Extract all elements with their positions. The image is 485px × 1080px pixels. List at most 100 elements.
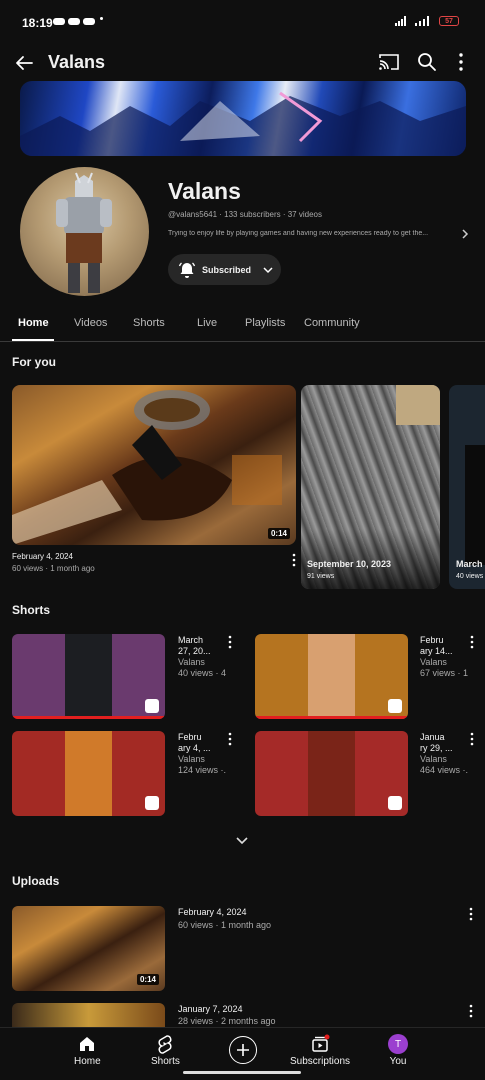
more-options-icon[interactable] <box>450 51 472 73</box>
video-meta: 60 views · 1 month ago <box>12 564 95 573</box>
cast-icon[interactable] <box>378 52 400 72</box>
tab-playlists[interactable]: Playlists <box>245 317 285 329</box>
signal-icon <box>395 16 406 26</box>
section-title-uploads: Uploads <box>12 874 60 888</box>
channel-tabs: Home Videos Shorts Live Playlists Commun… <box>0 306 485 342</box>
short-image <box>308 634 355 719</box>
knight-avatar-image <box>56 172 112 293</box>
nav-you[interactable]: T You <box>388 1034 408 1067</box>
channel-banner <box>20 81 466 156</box>
video-title[interactable]: January 7, 2024 <box>178 1004 243 1014</box>
tab-shorts[interactable]: Shorts <box>133 317 165 329</box>
signal-icon <box>415 16 429 26</box>
short-channel: Valans <box>178 754 205 764</box>
section-title-shorts: Shorts <box>12 603 51 617</box>
short-title: March <box>178 635 204 645</box>
nav-home-label: Home <box>74 1056 101 1067</box>
expand-chevron-down-icon[interactable] <box>234 835 250 847</box>
more-options-icon[interactable] <box>467 732 477 746</box>
tab-live[interactable]: Live <box>197 317 217 329</box>
status-time: 18:19 <box>22 16 53 30</box>
tab-videos[interactable]: Videos <box>74 317 107 329</box>
short-thumbnail[interactable] <box>12 634 165 719</box>
video-title[interactable]: March 2 <box>456 559 485 569</box>
status-bar: 18:19 57 <box>0 0 485 44</box>
short-title: Febru <box>178 732 202 742</box>
battery-icon: 57 <box>439 16 459 26</box>
more-options-icon[interactable] <box>466 1004 476 1018</box>
video-thumbnail[interactable] <box>12 1003 165 1027</box>
short-views: 40 views · 4... <box>178 668 226 678</box>
short-channel: Valans <box>420 657 447 667</box>
video-title[interactable]: September 10, 2023 <box>307 559 391 569</box>
video-meta: 40 views <box>456 573 484 580</box>
short-title-2: ary 14... <box>420 646 453 656</box>
video-thumbnail[interactable]: 0:14 <box>12 906 165 991</box>
short-views: 464 views ·... <box>420 765 468 775</box>
create-button[interactable] <box>229 1036 257 1064</box>
video-title[interactable]: February 4, 2024 <box>12 552 73 561</box>
more-options-icon[interactable] <box>225 732 235 746</box>
section-title-for-you: For you <box>12 355 56 369</box>
shorts-logo-icon <box>145 699 159 713</box>
nav-subscriptions[interactable]: Subscriptions <box>290 1034 350 1067</box>
back-arrow-icon[interactable] <box>12 51 36 75</box>
video-title[interactable]: February 4, 2024 <box>178 907 247 917</box>
more-options-icon[interactable] <box>466 907 476 921</box>
game-controller-icon <box>68 18 80 25</box>
banner-artwork <box>20 91 466 156</box>
video-meta: 60 views · 1 month ago <box>178 920 272 930</box>
short-channel: Valans <box>420 754 447 764</box>
short-info[interactable]: Janua ry 29, ... Valans 464 views ·... <box>420 732 468 776</box>
home-icon <box>80 1037 95 1051</box>
page-title: Valans <box>48 52 106 72</box>
short-title-2: ry 29, ... <box>420 743 453 753</box>
short-image <box>65 634 112 719</box>
tab-community[interactable]: Community <box>304 317 360 329</box>
more-options-icon[interactable] <box>289 553 299 567</box>
short-image <box>65 731 112 816</box>
tab-home[interactable]: Home <box>18 317 49 329</box>
more-options-icon[interactable] <box>467 635 477 649</box>
short-channel: Valans <box>178 657 205 667</box>
card-background-detail <box>396 385 440 425</box>
short-thumbnail[interactable] <box>12 731 165 816</box>
channel-name: Valans <box>168 178 241 204</box>
active-tab-indicator <box>12 339 54 341</box>
card-background-detail <box>465 445 485 565</box>
short-image <box>308 731 355 816</box>
shorts-logo-icon <box>145 796 159 810</box>
search-icon[interactable] <box>416 51 438 73</box>
nav-shorts[interactable]: Shorts <box>151 1034 180 1067</box>
more-options-icon[interactable] <box>225 635 235 649</box>
short-title-2: ary 4, ... <box>178 743 211 753</box>
short-views: 67 views · 1... <box>420 668 468 678</box>
channel-avatar[interactable] <box>20 167 149 296</box>
battery-level: 57 <box>445 17 453 25</box>
short-info[interactable]: March 27, 20... Valans 40 views · 4... <box>178 635 226 679</box>
short-info[interactable]: Febru ary 14... Valans 67 views · 1... <box>420 635 468 679</box>
short-thumbnail[interactable] <box>255 634 408 719</box>
short-thumbnail[interactable] <box>255 731 408 816</box>
shorts-icon <box>158 1035 172 1054</box>
game-controller-icon <box>53 18 65 25</box>
home-indicator <box>183 1071 301 1074</box>
chevron-right-icon[interactable] <box>458 227 472 241</box>
chevron-down-icon <box>263 266 273 273</box>
channel-description[interactable]: Trying to enjoy life by playing games an… <box>168 230 453 237</box>
watch-progress-bar <box>255 716 408 719</box>
video-thumbnail[interactable]: 0:14 <box>12 385 296 545</box>
nav-you-label: You <box>389 1056 407 1067</box>
nav-shorts-label: Shorts <box>151 1056 180 1067</box>
thumbnail-image <box>12 390 282 545</box>
subscribed-button[interactable]: Subscribed <box>168 254 281 285</box>
shorts-logo-icon <box>388 796 402 810</box>
nav-subscriptions-label: Subscriptions <box>290 1056 351 1067</box>
video-meta: 91 views <box>307 573 335 580</box>
nav-home[interactable]: Home <box>74 1034 101 1067</box>
short-info[interactable]: Febru ary 4, ... Valans 124 views ·... <box>178 732 226 776</box>
status-indicators: 57 <box>395 16 459 26</box>
short-title-2: 27, 20... <box>178 646 211 656</box>
short-title: Janua <box>420 732 445 742</box>
user-avatar: T <box>388 1034 408 1054</box>
